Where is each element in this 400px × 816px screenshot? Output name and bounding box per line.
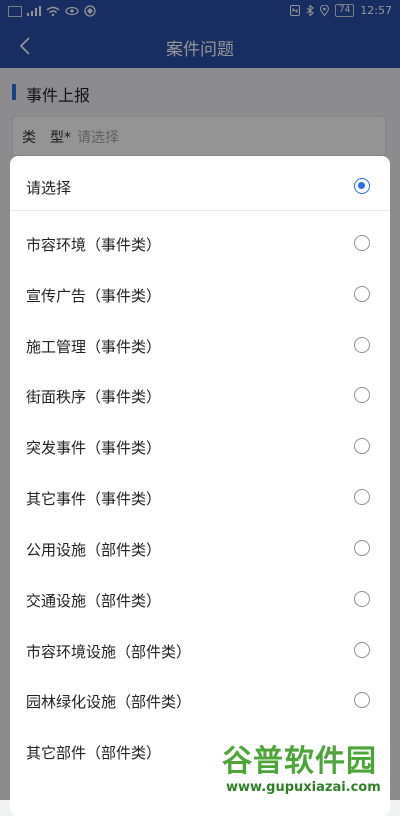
divider bbox=[10, 210, 390, 211]
option-label: 公用设施（部件类） bbox=[26, 541, 162, 559]
option-label: 宣传广告（事件类） bbox=[26, 287, 162, 305]
option-item[interactable]: 市容环境（事件类） bbox=[10, 219, 390, 269]
radio-icon[interactable] bbox=[354, 692, 370, 708]
radio-icon[interactable] bbox=[354, 286, 370, 302]
radio-icon[interactable] bbox=[354, 591, 370, 607]
radio-checked-icon[interactable] bbox=[354, 178, 370, 194]
option-label: 请选择 bbox=[26, 179, 72, 197]
option-item[interactable]: 园林绿化设施（部件类） bbox=[10, 676, 390, 726]
radio-icon[interactable] bbox=[354, 540, 370, 556]
radio-icon[interactable] bbox=[354, 438, 370, 454]
radio-icon[interactable] bbox=[354, 337, 370, 353]
option-item[interactable]: 突发事件（事件类） bbox=[10, 422, 390, 472]
option-label: 街面秩序（事件类） bbox=[26, 388, 162, 406]
radio-icon[interactable] bbox=[354, 489, 370, 505]
site-watermark: 谷普软件园 www.gupuxiazai.com bbox=[222, 736, 396, 800]
option-label: 其它部件（部件类） bbox=[26, 744, 162, 762]
option-item[interactable]: 宣传广告（事件类） bbox=[10, 270, 390, 320]
option-label: 交通设施（部件类） bbox=[26, 592, 162, 610]
watermark-url: www.gupuxiazai.com bbox=[226, 780, 381, 795]
option-label: 其它事件（事件类） bbox=[26, 490, 162, 508]
option-item[interactable]: 其它事件（事件类） bbox=[10, 473, 390, 523]
option-label: 市容环境（事件类） bbox=[26, 236, 162, 254]
option-item[interactable]: 市容环境设施（部件类） bbox=[10, 626, 390, 676]
option-item[interactable]: 街面秩序（事件类） bbox=[10, 371, 390, 421]
radio-icon[interactable] bbox=[354, 642, 370, 658]
option-item[interactable]: 施工管理（事件类） bbox=[10, 321, 390, 371]
option-label: 园林绿化设施（部件类） bbox=[26, 693, 192, 711]
option-label: 施工管理（事件类） bbox=[26, 338, 162, 356]
option-item[interactable]: 请选择 bbox=[10, 162, 390, 212]
radio-icon[interactable] bbox=[354, 235, 370, 251]
radio-icon[interactable] bbox=[354, 387, 370, 403]
option-item[interactable]: 交通设施（部件类） bbox=[10, 575, 390, 625]
watermark-text: 谷普软件园 bbox=[222, 744, 377, 779]
option-item[interactable]: 公用设施（部件类） bbox=[10, 524, 390, 574]
option-label: 突发事件（事件类） bbox=[26, 439, 162, 457]
option-picker-sheet: 请选择 市容环境（事件类） 宣传广告（事件类） 施工管理（事件类） 街面秩序（事… bbox=[10, 156, 390, 816]
option-label: 市容环境设施（部件类） bbox=[26, 643, 192, 661]
